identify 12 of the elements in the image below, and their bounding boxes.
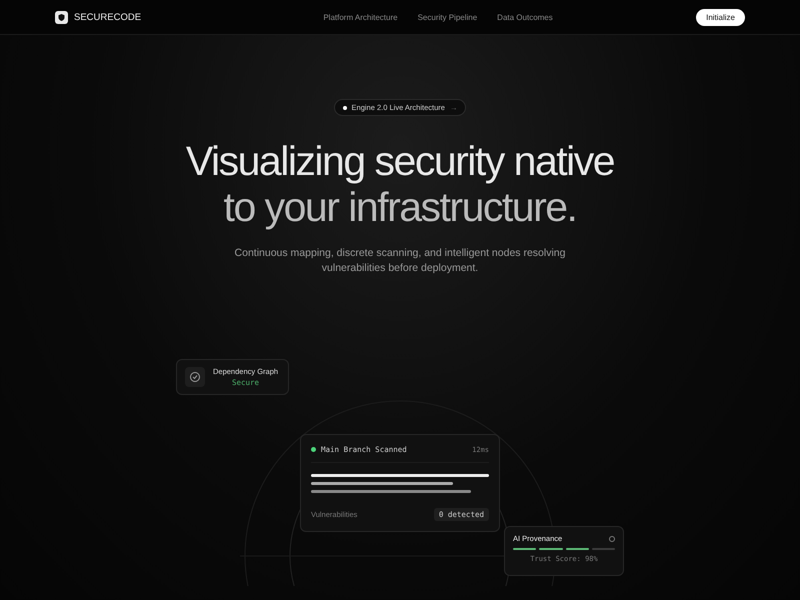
brand-name: SECURECODE — [74, 12, 142, 22]
circle-icon — [609, 536, 615, 542]
status-dot-icon — [311, 447, 316, 452]
shield-logo-icon — [55, 10, 68, 24]
shield-check-icon — [185, 367, 205, 387]
initialize-button[interactable]: Initialize — [696, 8, 745, 26]
nav-link[interactable]: Security Pipeline — [418, 12, 478, 22]
nav-link[interactable]: Data Outcomes — [497, 12, 553, 22]
hero-subtitle: Continuous mapping, discrete scanning, and intelligent nodes resolving vulnerabilities before deployment. — [234, 246, 566, 276]
nav-link[interactable]: Platform Architecture — [323, 12, 398, 22]
live-dot-icon — [342, 106, 347, 110]
hero-headline: Visualizing security native to your infrastructure. — [186, 138, 614, 230]
